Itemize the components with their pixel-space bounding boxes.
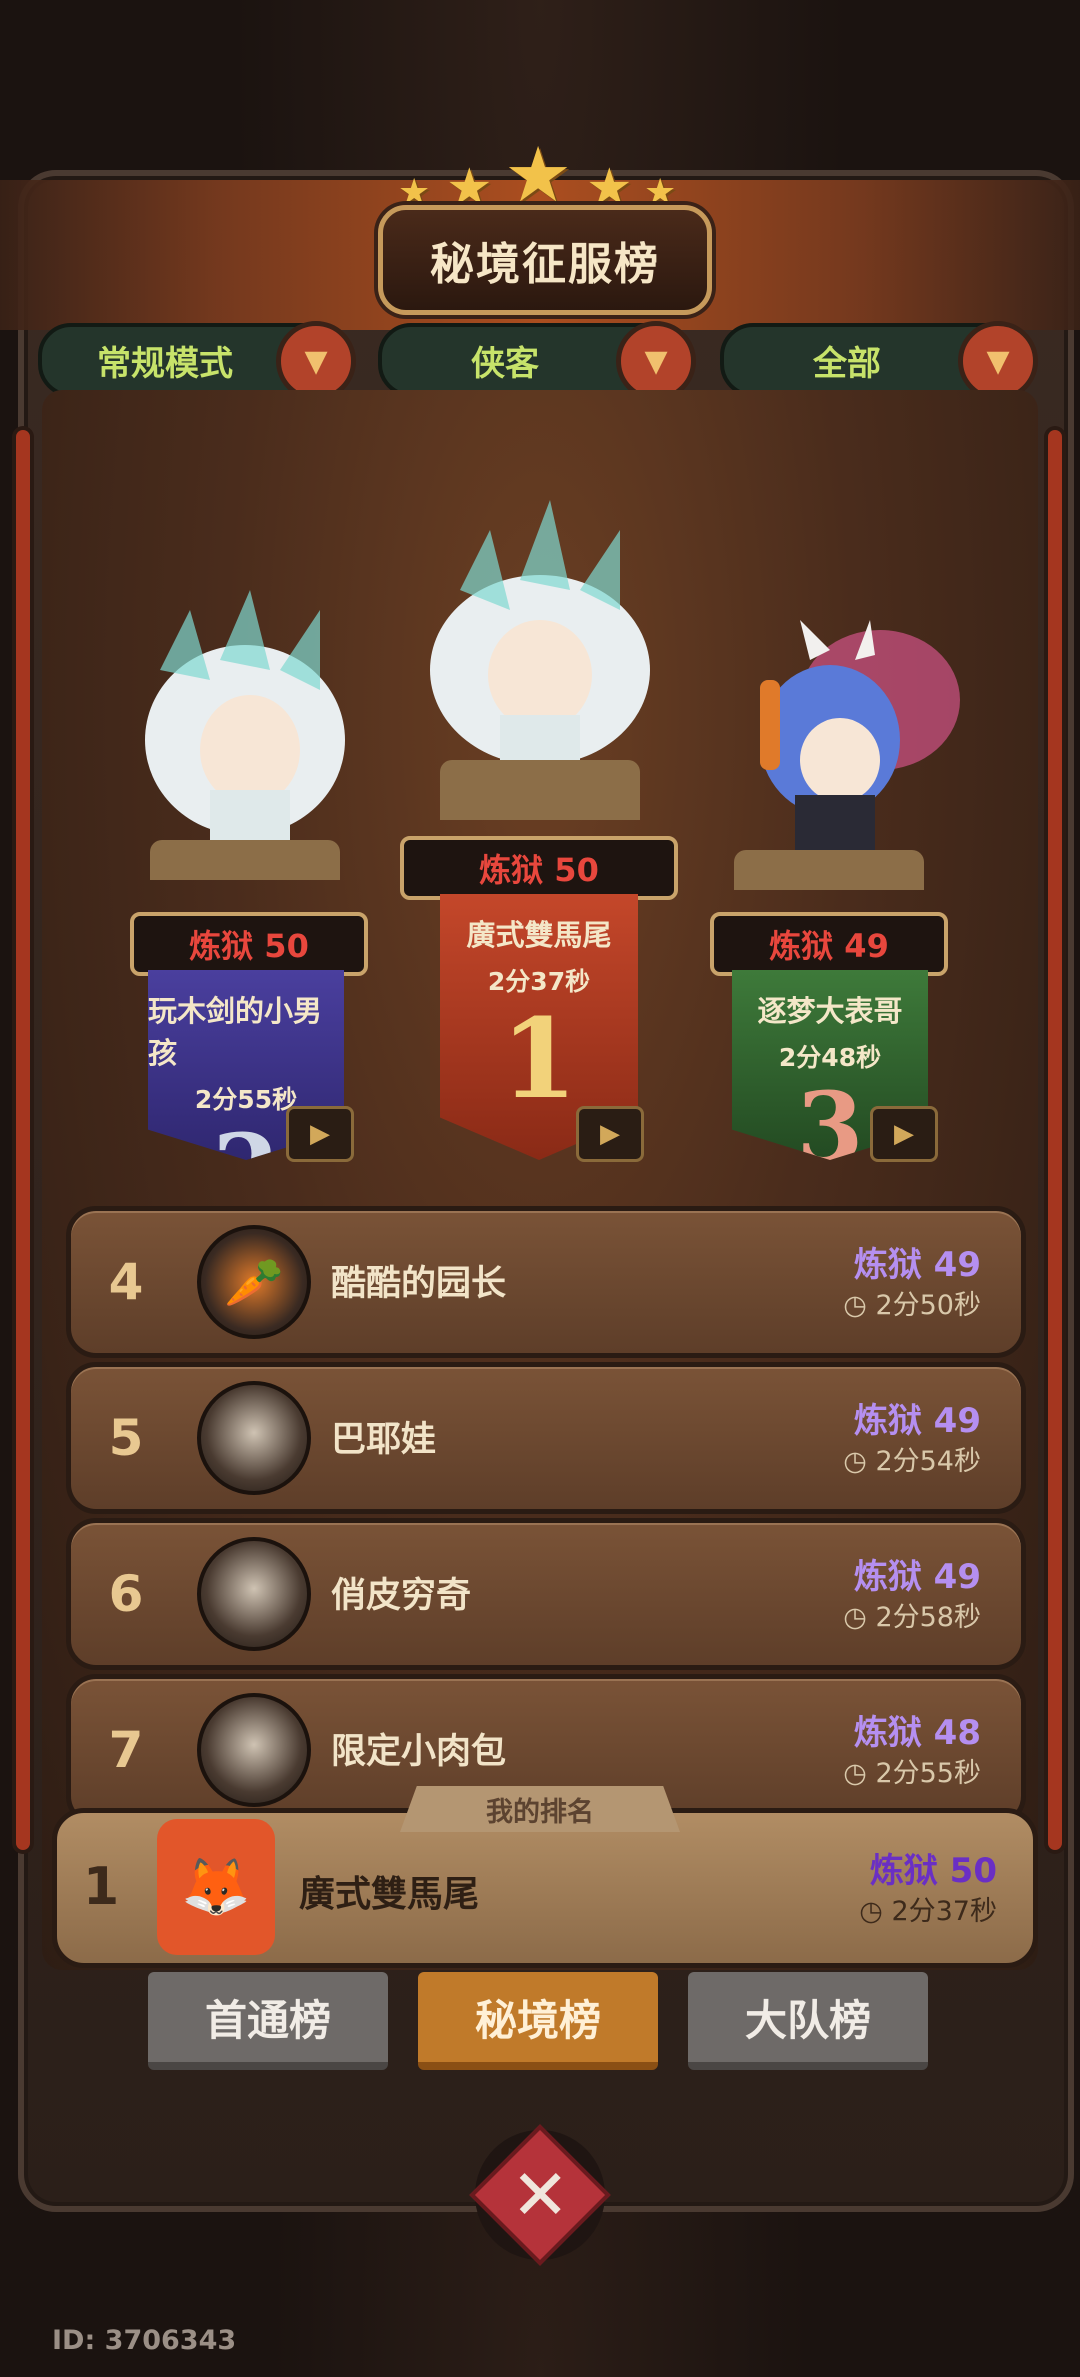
podium-name: 廣式雙馬尾	[466, 918, 612, 952]
player-time: ◷ 2分58秒	[843, 1595, 981, 1634]
player-name: 酷酷的园长	[331, 1264, 507, 1304]
player-name: 俏皮穷奇	[331, 1576, 472, 1616]
avatar	[197, 1693, 311, 1807]
player-time: ◷ 2分55秒	[843, 1751, 981, 1790]
clock-icon: ◷	[843, 1446, 876, 1477]
podium-rank-number: 1	[500, 994, 578, 1123]
time-value: 2分58秒	[875, 1602, 981, 1633]
my-name: 廣式雙馬尾	[299, 1874, 480, 1915]
avatar	[197, 1381, 311, 1495]
chevron-down-icon[interactable]: ▼	[276, 321, 356, 401]
rank-number: 4	[108, 1253, 144, 1311]
filter-scope-dropdown[interactable]: 全部 ▼	[720, 321, 1038, 401]
time-value: 2分55秒	[875, 1758, 981, 1789]
video-icon[interactable]: ▶	[576, 1106, 644, 1162]
clock-icon: ◷	[843, 1290, 876, 1321]
my-rank-row[interactable]: 1 🦊 廣式雙馬尾 炼狱 50 ◷ 2分37秒	[52, 1808, 1038, 1968]
podium-first[interactable]: 炼狱 50 廣式雙馬尾 2分37秒 1 ▶	[390, 500, 690, 1162]
video-icon[interactable]: ▶	[286, 1106, 354, 1162]
pedestal	[734, 850, 924, 890]
time-value: 2分50秒	[875, 1290, 981, 1321]
my-time: ◷ 2分37秒	[859, 1889, 997, 1928]
filter-bar: 常规模式 ▼ 侠客 ▼ 全部 ▼	[38, 321, 1042, 401]
filter-class-dropdown[interactable]: 侠客 ▼	[378, 321, 696, 401]
video-icon[interactable]: ▶	[870, 1106, 938, 1162]
my-level: 炼狱 50	[869, 1851, 997, 1891]
list-item[interactable]: 4 🥕 酷酷的园长 炼狱 49 ◷ 2分50秒	[66, 1206, 1026, 1358]
podium-time: 2分55秒	[194, 1085, 298, 1114]
player-time: ◷ 2分54秒	[843, 1439, 981, 1478]
player-level: 炼狱 48	[853, 1713, 981, 1753]
rank-number: 7	[108, 1721, 144, 1779]
player-id: ID: 3706343	[52, 2325, 237, 2356]
clock-icon: ◷	[843, 1602, 876, 1633]
tab-squad[interactable]: 大队榜	[688, 1972, 928, 2070]
pedestal	[440, 760, 640, 820]
left-rail	[16, 430, 30, 1850]
podium-level: 炼狱 49	[710, 912, 948, 976]
rank-number: 6	[108, 1565, 144, 1623]
podium-third[interactable]: 炼狱 49 逐梦大表哥 2分48秒 3 ▶	[690, 620, 980, 1170]
time-value: 2分54秒	[875, 1446, 981, 1477]
podium-level: 炼狱 50	[130, 912, 368, 976]
podium-name: 玩木剑的小男孩	[148, 994, 323, 1070]
chevron-down-icon[interactable]: ▼	[958, 321, 1038, 401]
player-name: 巴耶娃	[331, 1420, 437, 1460]
chevron-down-icon[interactable]: ▼	[616, 321, 696, 401]
tab-secret-realm[interactable]: 秘境榜	[418, 1972, 658, 2070]
stars-decoration: ★ ★ ★ ★ ★	[398, 130, 682, 219]
player-level: 炼狱 49	[853, 1401, 981, 1441]
podium-name: 逐梦大表哥	[757, 994, 903, 1028]
character-portrait	[430, 500, 650, 780]
player-time: ◷ 2分50秒	[843, 1283, 981, 1322]
list-item[interactable]: 6 俏皮穷奇 炼狱 49 ◷ 2分58秒	[66, 1518, 1026, 1670]
character-portrait	[145, 590, 345, 850]
player-name: 限定小肉包	[331, 1732, 507, 1772]
clock-icon: ◷	[859, 1896, 892, 1927]
avatar	[197, 1537, 311, 1651]
player-level: 炼狱 49	[853, 1245, 981, 1285]
clock-icon: ◷	[843, 1758, 876, 1789]
close-button[interactable]: ✕	[469, 2124, 611, 2266]
filter-mode-dropdown[interactable]: 常规模式 ▼	[38, 321, 356, 401]
player-level: 炼狱 49	[853, 1557, 981, 1597]
avatar: 🦊	[157, 1819, 275, 1955]
list-item[interactable]: 5 巴耶娃 炼狱 49 ◷ 2分54秒	[66, 1362, 1026, 1514]
right-rail	[1048, 430, 1062, 1850]
page-title: 秘境征服榜	[378, 205, 712, 315]
podium-time: 2分48秒	[778, 1043, 882, 1072]
my-rank-tag: 我的排名	[400, 1786, 680, 1832]
podium-second[interactable]: 炼狱 50 玩木剑的小男孩 2分55秒 2 ▶	[100, 590, 390, 1170]
avatar: 🥕	[197, 1225, 311, 1339]
time-value: 2分37秒	[891, 1896, 997, 1927]
podium-rank-number: 3	[796, 1071, 864, 1184]
pedestal	[150, 840, 340, 880]
my-rank-number: 1	[83, 1857, 120, 1917]
podium-level: 炼狱 50	[400, 836, 678, 900]
character-portrait	[760, 620, 960, 860]
podium-time: 2分37秒	[487, 967, 591, 996]
tab-first-clear[interactable]: 首通榜	[148, 1972, 388, 2070]
rank-number: 5	[108, 1409, 144, 1467]
leaderboard-tabs: 首通榜 秘境榜 大队榜	[148, 1972, 932, 2070]
